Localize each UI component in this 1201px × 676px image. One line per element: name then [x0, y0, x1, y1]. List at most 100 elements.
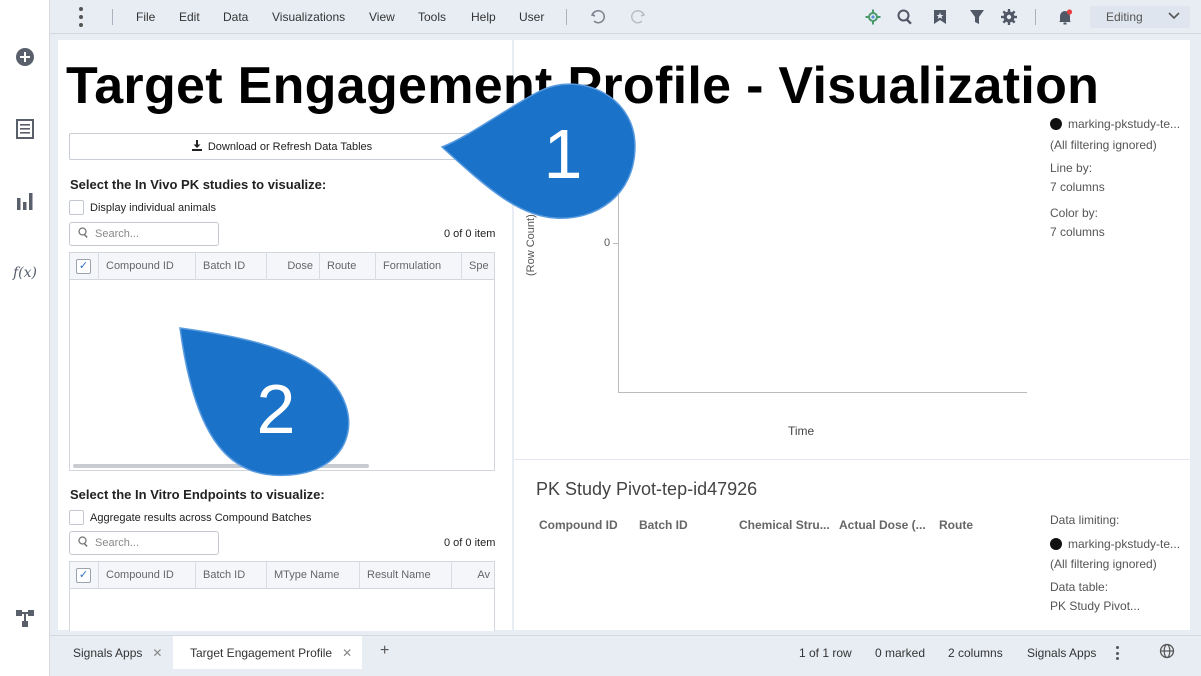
- col-mtype-name[interactable]: MType Name: [267, 562, 360, 589]
- bookmark-icon[interactable]: [930, 7, 950, 27]
- redo-icon[interactable]: [628, 7, 648, 27]
- data-table-label: Data table:: [1050, 580, 1109, 594]
- x-axis-label: Time: [788, 424, 815, 438]
- marking-dot-icon: [1050, 118, 1062, 130]
- ai-recommendations-icon[interactable]: [863, 7, 883, 27]
- display-animals-checkbox[interactable]: [69, 200, 84, 215]
- legend-line-by-label: Line by:: [1050, 161, 1093, 175]
- col-average[interactable]: Av: [452, 562, 494, 589]
- legend-color-by-value[interactable]: 7 columns: [1050, 225, 1105, 239]
- gear-icon[interactable]: [999, 7, 1019, 27]
- pivot-legend-marking[interactable]: marking-pkstudy-te...: [1050, 537, 1180, 551]
- menu-visualizations[interactable]: Visualizations: [272, 10, 345, 24]
- data-limiting-label: Data limiting:: [1050, 513, 1120, 527]
- tab-label: Target Engagement Profile: [190, 646, 333, 660]
- display-animals-checkbox-row[interactable]: Display individual animals: [69, 200, 216, 215]
- status-app-name[interactable]: Signals Apps: [1027, 646, 1096, 660]
- add-circle-icon[interactable]: [13, 45, 37, 69]
- pk-item-count: 0 of 0 item: [444, 228, 496, 240]
- aggregate-label: Aggregate results across Compound Batche…: [90, 511, 312, 524]
- status-bar: Signals Apps ✕ Target Engagement Profile ✕…: [50, 635, 1201, 676]
- undo-icon[interactable]: [588, 7, 608, 27]
- select-all-cell[interactable]: ✓: [70, 562, 99, 589]
- pivot-col-actual-dose[interactable]: Actual Dose (...: [839, 518, 926, 532]
- pk-search-input[interactable]: Search...: [69, 222, 219, 246]
- download-icon: [191, 139, 202, 154]
- notification-bell-icon[interactable]: [1055, 7, 1075, 27]
- pk-search-placeholder: Search...: [95, 228, 140, 240]
- legend-line-by-value[interactable]: 7 columns: [1050, 180, 1105, 194]
- col-result-name[interactable]: Result Name: [360, 562, 452, 589]
- marking-dot-icon: [1050, 538, 1062, 550]
- menu-separator: [566, 9, 567, 25]
- tab-target-engagement-profile[interactable]: Target Engagement Profile ✕: [173, 636, 362, 669]
- line-chart-plot-area[interactable]: [618, 180, 1027, 393]
- left-rail: f(x): [0, 0, 50, 676]
- download-button-label: Download or Refresh Data Tables: [207, 140, 373, 153]
- search-icon: [78, 227, 89, 241]
- mode-select[interactable]: Editing: [1090, 6, 1190, 28]
- data-table-value[interactable]: PK Study Pivot...: [1050, 599, 1140, 613]
- select-all-checkbox[interactable]: ✓: [76, 259, 91, 274]
- col-batch-id[interactable]: Batch ID: [196, 562, 267, 589]
- invitro-item-count: 0 of 0 item: [444, 537, 496, 549]
- col-compound-id[interactable]: Compound ID: [99, 562, 196, 589]
- col-formulation[interactable]: Formulation: [376, 253, 462, 280]
- invitro-search-input[interactable]: Search...: [69, 531, 219, 555]
- mode-select-value: Editing: [1106, 10, 1143, 24]
- add-tab-button[interactable]: +: [380, 636, 389, 669]
- select-all-checkbox[interactable]: ✓: [76, 568, 91, 583]
- search-icon[interactable]: [895, 7, 915, 27]
- bar-chart-icon[interactable]: [13, 189, 37, 213]
- col-compound-id[interactable]: Compound ID: [99, 253, 196, 280]
- function-icon[interactable]: f(x): [13, 261, 37, 285]
- select-all-cell[interactable]: ✓: [70, 253, 99, 280]
- menu-view[interactable]: View: [369, 10, 395, 24]
- column-count: 2 columns: [948, 646, 1003, 660]
- pk-grid-header: ✓ Compound ID Batch ID Dose Route Formul…: [70, 253, 494, 280]
- col-batch-id[interactable]: Batch ID: [196, 253, 267, 280]
- tab-signals-apps[interactable]: Signals Apps ✕: [60, 636, 168, 669]
- callout-2-number: 2: [257, 370, 296, 448]
- col-species[interactable]: Spe: [462, 253, 494, 280]
- menu-help[interactable]: Help: [471, 10, 496, 24]
- col-dose[interactable]: Dose: [267, 253, 320, 280]
- pivot-col-route[interactable]: Route: [939, 518, 973, 532]
- callout-1: 1: [440, 83, 636, 219]
- pivot-col-batch-id[interactable]: Batch ID: [639, 518, 688, 532]
- aggregate-checkbox[interactable]: [69, 510, 84, 525]
- callout-2: 2: [179, 327, 350, 477]
- menu-user[interactable]: User: [519, 10, 544, 24]
- pivot-table-title: PK Study Pivot-tep-id47926: [536, 479, 758, 499]
- invitro-endpoints-grid[interactable]: ✓ Compound ID Batch ID MType Name Result…: [69, 561, 495, 631]
- menu-separator: [112, 9, 113, 25]
- menu-data[interactable]: Data: [223, 10, 248, 24]
- legend-filtering: (All filtering ignored): [1050, 138, 1157, 152]
- aggregate-checkbox-row[interactable]: Aggregate results across Compound Batche…: [69, 510, 311, 525]
- menu-bar: File Edit Data Visualizations View Tools…: [50, 0, 1201, 34]
- close-icon[interactable]: ✕: [152, 646, 162, 660]
- data-flow-icon[interactable]: [13, 606, 37, 630]
- filter-icon[interactable]: [967, 7, 987, 27]
- panel-divider: [514, 459, 1190, 460]
- status-more-icon[interactable]: [1114, 646, 1120, 660]
- invitro-grid-header: ✓ Compound ID Batch ID MType Name Result…: [70, 562, 494, 589]
- legend-marking-label: marking-pkstudy-te...: [1068, 117, 1181, 131]
- marked-count: 0 marked: [875, 646, 926, 660]
- tab-label: Signals Apps: [73, 646, 143, 660]
- pivot-col-compound-id[interactable]: Compound ID: [539, 518, 618, 532]
- menu-file[interactable]: File: [136, 10, 155, 24]
- legend-marking[interactable]: marking-pkstudy-te...: [1050, 117, 1180, 131]
- y-tick-label: 0: [604, 237, 611, 249]
- data-table-icon[interactable]: [13, 117, 37, 141]
- globe-icon[interactable]: [1157, 641, 1177, 661]
- menu-edit[interactable]: Edit: [179, 10, 200, 24]
- col-route[interactable]: Route: [320, 253, 376, 280]
- pk-section-label: Select the In Vivo PK studies to visuali…: [70, 177, 327, 192]
- menu-tools[interactable]: Tools: [418, 10, 446, 24]
- more-menu-icon[interactable]: [76, 7, 86, 27]
- pivot-col-chemical-structure[interactable]: Chemical Stru...: [739, 518, 830, 532]
- invitro-search-placeholder: Search...: [95, 537, 140, 549]
- close-icon[interactable]: ✕: [342, 646, 352, 660]
- pivot-filtering: (All filtering ignored): [1050, 557, 1157, 571]
